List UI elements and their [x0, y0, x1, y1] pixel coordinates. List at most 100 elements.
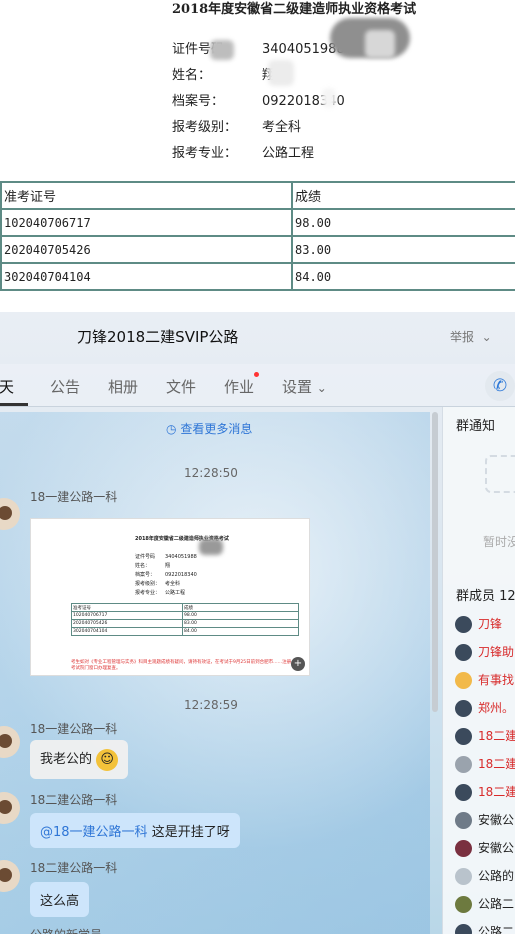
member-name: 18二建 [478, 757, 515, 771]
sender-name: 18二建公路一科 [30, 861, 118, 875]
member-name: 18二建 [478, 785, 515, 799]
more-messages-label: 查看更多消息 [180, 422, 253, 436]
tab-chat[interactable]: 聊天 [0, 376, 14, 397]
group-notice-title: 群通知 [456, 419, 496, 434]
tab-files[interactable]: 文件 [166, 376, 196, 397]
unread-dot [254, 372, 259, 377]
thumb-cell: 98.00 [182, 611, 299, 620]
member-name: 18二建 [478, 729, 515, 743]
thumb-row: 报考级别： 考全科 [135, 580, 180, 587]
thumb-score-table: 准考证号 成绩 102040706717 98.00 202040705426 83.… [71, 603, 299, 636]
member-item[interactable]: 18二建 [455, 727, 515, 747]
thumb-cell: 102040706717 [71, 611, 183, 620]
tab-homework[interactable]: 作业 [224, 376, 254, 397]
avatar [455, 784, 472, 801]
thumb-cell: 84.00 [182, 627, 299, 636]
thumb-cell: 83.00 [182, 619, 299, 628]
thumb-label: 报考级别： [135, 581, 161, 587]
redaction-blur [210, 40, 234, 60]
image-message[interactable]: 2018年度安徽省二级建造师执业资格考试 证件号码 3404051988 姓名：翔… [30, 518, 310, 676]
thumb-row: 报考专业： 公路工程 [135, 589, 185, 596]
cert-title: 2018年度安徽省二级建造师执业资格考试 [172, 2, 417, 17]
sender-name: 公路的新学员 [30, 926, 102, 934]
table-row: 202040705426 83.00 [0, 235, 515, 264]
grin-emoji-icon: ☺ [96, 748, 119, 771]
cert-label: 档案号： [172, 94, 225, 109]
thumb-label: 证件号码 [135, 554, 156, 560]
cert-row-name: 姓名：翔 [172, 64, 275, 83]
thumb-notice: 考生如对《专业工程管理与实务》科目主观题成绩有疑问，请持有效证，在考试于9月25… [71, 660, 301, 671]
message-bubble[interactable]: @18一建公路一科 这是开挂了呀 [30, 813, 240, 848]
thumb-cell: 成绩 [182, 603, 299, 612]
avatar [455, 672, 472, 689]
thumb-row: 姓名： 翔 [135, 562, 170, 569]
sender-name: 18一建公路一科 [30, 722, 118, 736]
member-item[interactable]: 有事找 [455, 671, 514, 691]
member-item[interactable]: 刀锋助 [455, 643, 514, 663]
view-more-messages-link[interactable]: ◷ 查看更多消息 [166, 420, 252, 437]
chat-scrollbar[interactable] [432, 412, 438, 712]
phone-call-icon[interactable]: ✆ [485, 371, 515, 401]
cert-row-level: 报考级别： 考全科 [172, 116, 301, 135]
tab-album[interactable]: 相册 [108, 376, 138, 397]
message-timestamp: 12:28:59 [184, 698, 238, 712]
cert-row-id: 证件号码 3404051988 [172, 38, 345, 57]
message-timestamp: 12:28:50 [184, 466, 238, 480]
tab-bar: 聊天 公告 相册 文件 作业 设置 ⌄ ✆ [0, 364, 515, 407]
message-text: 这是开挂了呀 [151, 825, 230, 840]
tab-settings-label: 设置 [282, 378, 313, 396]
member-item[interactable]: 郑州。 [455, 699, 514, 719]
message-bubble[interactable]: 这么高 [30, 882, 90, 917]
thumb-value: 翔 [165, 563, 171, 569]
score-certificate: 2018年度安徽省二级建造师执业资格考试 证件号码3404051988 姓名：翔… [0, 0, 515, 312]
member-name: 安徽公 [478, 841, 515, 855]
thumb-row: 证件号码 3404051988 [135, 553, 197, 560]
table-cell: 102040706717 [0, 208, 293, 237]
member-item[interactable]: 公路二 [455, 895, 514, 915]
table-cell: 83.00 [291, 235, 515, 264]
member-name: 公路的 [478, 869, 515, 883]
table-cell: 302040704104 [0, 262, 293, 291]
zoom-icon[interactable]: + [291, 657, 305, 671]
cert-label: 报考级别： [172, 120, 238, 135]
report-label: 举报 [450, 330, 475, 344]
avatar [455, 812, 472, 829]
member-name: 刀锋助 [478, 645, 515, 659]
tab-settings[interactable]: 设置 ⌄ [282, 376, 327, 397]
member-item[interactable]: 刀锋 [455, 615, 502, 635]
member-item[interactable]: 18二建 [455, 783, 515, 803]
member-item[interactable]: 公路的 [455, 867, 514, 887]
avatar [455, 896, 472, 913]
avatar [455, 756, 472, 773]
cert-value: 公路工程 [262, 146, 315, 161]
table-row: 302040704104 84.00 [0, 262, 515, 291]
table-row: 102040706717 98.00 [0, 208, 515, 237]
group-info-panel: 群通知 暂时没 群成员 12 刀锋 刀锋助 有事找 郑州。 18二建 18二建 … [442, 407, 515, 934]
message-bubble[interactable]: 我老公的 ☺ [30, 740, 129, 779]
thumb-cell: 302040704104 [71, 627, 183, 636]
thumb-label: 姓名： [135, 563, 151, 569]
member-item[interactable]: 安徽公 [455, 811, 514, 831]
mention-link[interactable]: @18一建公路一科 [40, 825, 148, 840]
thumb-cell: 202040705426 [71, 619, 183, 628]
redaction-blur [322, 88, 336, 108]
member-item[interactable]: 18二建 [455, 755, 515, 775]
member-name: 刀锋 [478, 617, 503, 631]
empty-notice-text: 暂时没 [483, 535, 515, 549]
report-button[interactable]: 举报 ⌄ [450, 328, 492, 345]
group-members-title: 群成员 12 [456, 589, 515, 604]
table-header-row: 准考证号 成绩 [0, 181, 515, 210]
cert-row-archive: 档案号： 0922018340 [172, 90, 345, 109]
avatar [455, 700, 472, 717]
table-header: 成绩 [291, 181, 515, 210]
tab-announcement[interactable]: 公告 [50, 376, 80, 397]
cert-label: 报考专业： [172, 146, 238, 161]
avatar [455, 616, 472, 633]
cert-value: 考全科 [262, 120, 302, 135]
sender-name: 18一建公路一科 [30, 490, 118, 504]
member-item[interactable]: 公路二 [455, 923, 514, 934]
member-name: 公路二 [478, 897, 515, 911]
thumb-cell: 准考证号 [71, 603, 183, 612]
thumb-value: 0922018340 [165, 572, 197, 578]
member-item[interactable]: 安徽公 [455, 839, 514, 859]
